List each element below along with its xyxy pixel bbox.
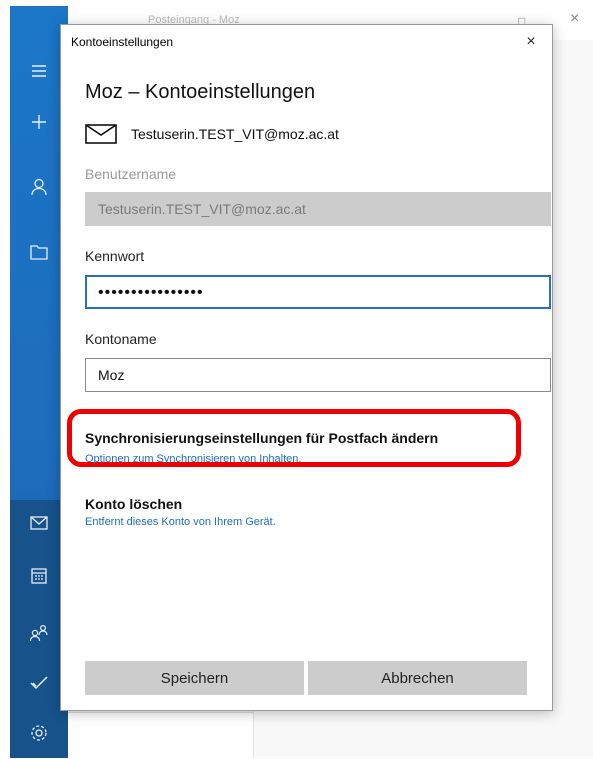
save-button[interactable]: Speichern xyxy=(85,661,304,695)
delete-account-title[interactable]: Konto löschen xyxy=(85,496,182,512)
message-list-footer xyxy=(68,712,253,759)
cancel-button[interactable]: Abbrechen xyxy=(308,661,527,695)
dialog-window-title: Kontoeinstellungen xyxy=(71,35,174,49)
settings-icon[interactable] xyxy=(10,724,68,742)
dialog-close-button[interactable]: × xyxy=(516,29,546,55)
password-label: Kennwort xyxy=(85,248,145,264)
password-value: •••••••••••••••• xyxy=(98,284,204,301)
account-settings-dialog: Kontoeinstellungen × Moz – Kontoeinstell… xyxy=(60,24,553,711)
sync-settings-title[interactable]: Synchronisierungseinstellungen für Postf… xyxy=(85,430,438,446)
account-email-row: Testuserin.TEST_VIT@moz.ac.at xyxy=(85,123,339,145)
account-name-label: Kontoname xyxy=(85,331,157,347)
window-close-icon[interactable]: × xyxy=(570,10,579,28)
password-field[interactable]: •••••••••••••••• xyxy=(85,275,551,309)
account-name-field[interactable]: Moz xyxy=(85,358,551,392)
delete-account-link[interactable]: Entfernt dieses Konto von Ihrem Gerät. xyxy=(85,516,276,528)
sync-settings-link[interactable]: Optionen zum Synchronisieren von Inhalte… xyxy=(85,453,301,465)
username-field: Testuserin.TEST_VIT@moz.ac.at xyxy=(85,192,551,226)
username-label: Benutzername xyxy=(85,166,177,182)
account-email: Testuserin.TEST_VIT@moz.ac.at xyxy=(131,126,339,142)
page-title: Moz – Kontoeinstellungen xyxy=(85,81,316,103)
envelope-icon xyxy=(85,124,117,144)
